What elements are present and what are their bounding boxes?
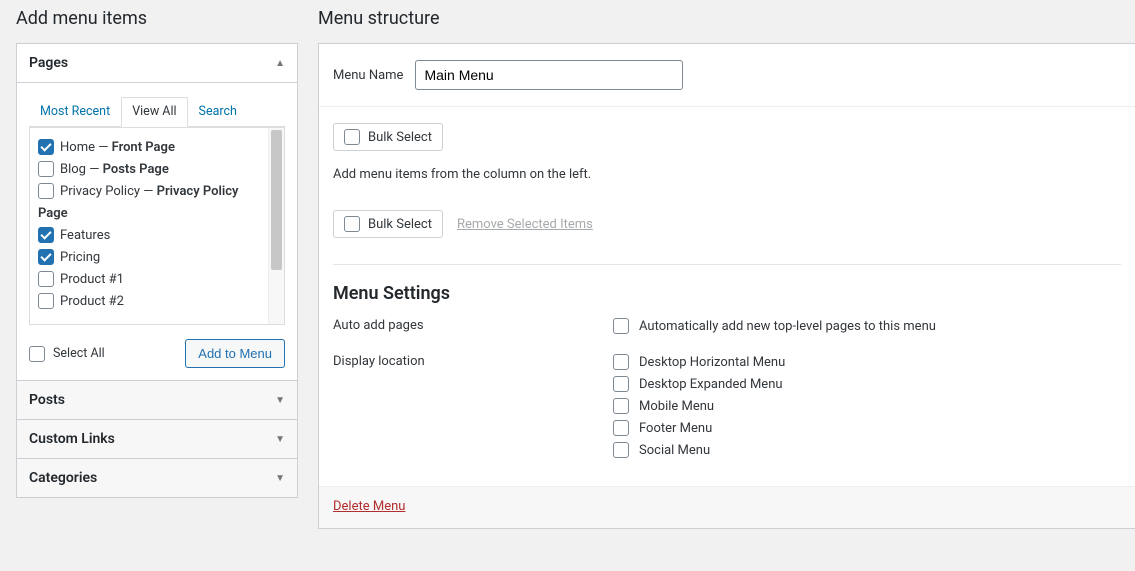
scrollbar-thumb[interactable] [271,130,282,270]
bulk-select-top[interactable]: Bulk Select [333,123,443,151]
accordion-pages-body: Most Recent View All Search Home — Front… [17,82,297,380]
menu-structure-panel: Menu Name Bulk Select Add menu items fro… [318,43,1135,529]
checkbox-home[interactable] [38,139,54,155]
tab-view-all[interactable]: View All [121,97,187,127]
location-desktop-horizontal[interactable]: Desktop Horizontal Menu [613,354,1121,370]
display-location-label: Display location [333,354,613,464]
checkbox-select-all[interactable] [29,346,45,362]
delete-menu-link[interactable]: Delete Menu [333,499,405,514]
bulk-select-label: Bulk Select [368,130,432,145]
bulk-select-label: Bulk Select [368,217,432,232]
accordion-categories-title: Categories [29,470,97,486]
page-item-blog[interactable]: Blog — Posts Page [38,158,260,180]
page-item-privacy[interactable]: Privacy Policy — Privacy Policy [38,180,260,202]
checkbox-features[interactable] [38,227,54,243]
pages-list-wrap: Home — Front Page Blog — Posts Page Priv… [29,127,285,325]
select-all-row[interactable]: Select All [29,346,105,362]
pages-list: Home — Front Page Blog — Posts Page Priv… [30,128,268,324]
page-item-product2[interactable]: Product #2 [38,290,260,312]
checkbox-pricing[interactable] [38,249,54,265]
checkbox-blog[interactable] [38,161,54,177]
select-all-label: Select All [53,346,105,361]
page-item-label: Product #1 [60,272,124,287]
chevron-down-icon: ▼ [275,395,285,406]
checkbox-product2[interactable] [38,293,54,309]
page-item-label: Blog — Posts Page [60,162,169,177]
page-sublabel: Page [38,206,260,221]
accordion-container: Pages ▲ Most Recent View All Search Home… [16,43,298,498]
checkbox-loc-1[interactable] [613,376,629,392]
location-label: Social Menu [639,443,710,458]
accordion-posts-title: Posts [29,392,65,408]
auto-add-label: Auto add pages [333,318,613,340]
page-item-label: Features [60,228,110,243]
location-footer[interactable]: Footer Menu [613,420,1121,436]
auto-add-option[interactable]: Automatically add new top-level pages to… [613,318,1121,334]
menu-settings-grid: Auto add pages Automatically add new top… [333,318,1121,464]
checkbox-loc-2[interactable] [613,398,629,414]
accordion-categories-header[interactable]: Categories ▼ [17,458,297,497]
location-mobile[interactable]: Mobile Menu [613,398,1121,414]
chevron-down-icon: ▼ [275,434,285,445]
page-item-label: Product #2 [60,294,124,309]
page-item-pricing[interactable]: Pricing [38,246,260,268]
accordion-pages-header[interactable]: Pages ▲ [17,44,297,82]
menu-structure-title: Menu structure [318,0,1135,43]
location-label: Mobile Menu [639,399,714,414]
checkbox-auto-add[interactable] [613,318,629,334]
checkbox-bulk-select-bottom[interactable] [344,216,360,232]
delete-menu-row: Delete Menu [319,486,1135,528]
checkbox-loc-3[interactable] [613,420,629,436]
page-item-features[interactable]: Features [38,224,260,246]
page-item-label: Privacy Policy — Privacy Policy [60,184,239,199]
instruction-text: Add menu items from the column on the le… [333,167,1121,182]
tab-search[interactable]: Search [188,97,248,127]
pages-scrollbar[interactable] [268,128,284,324]
location-label: Desktop Horizontal Menu [639,355,785,370]
checkbox-loc-0[interactable] [613,354,629,370]
accordion-posts-header[interactable]: Posts ▼ [17,380,297,419]
menu-settings-title: Menu Settings [333,283,1121,304]
location-label: Footer Menu [639,421,712,436]
bulk-select-bottom[interactable]: Bulk Select [333,210,443,238]
page-item-home[interactable]: Home — Front Page [38,136,260,158]
location-label: Desktop Expanded Menu [639,377,783,392]
display-location-options: Desktop Horizontal Menu Desktop Expanded… [613,354,1121,464]
remove-selected-link: Remove Selected Items [457,217,593,232]
page-item-label: Home — Front Page [60,140,175,155]
location-desktop-expanded[interactable]: Desktop Expanded Menu [613,376,1121,392]
settings-divider [333,264,1121,265]
accordion-custom-links-title: Custom Links [29,431,115,447]
add-to-menu-button[interactable]: Add to Menu [185,339,285,368]
pages-tabs: Most Recent View All Search [29,97,285,127]
checkbox-privacy[interactable] [38,183,54,199]
checkbox-bulk-select-top[interactable] [344,129,360,145]
checkbox-loc-4[interactable] [613,442,629,458]
checkbox-product1[interactable] [38,271,54,287]
bulk-select-bottom-row: Bulk Select Remove Selected Items [333,210,1121,238]
menu-name-input[interactable] [415,60,683,90]
tab-most-recent[interactable]: Most Recent [29,97,121,127]
add-menu-items-title: Add menu items [16,0,298,43]
menu-name-label: Menu Name [333,68,403,83]
accordion-custom-links-header[interactable]: Custom Links ▼ [17,419,297,458]
location-social[interactable]: Social Menu [613,442,1121,458]
accordion-pages-title: Pages [29,55,68,71]
page-item-label: Pricing [60,250,100,265]
menu-name-row: Menu Name [319,44,1135,107]
pages-controls: Select All Add to Menu [29,331,285,368]
auto-add-option-label: Automatically add new top-level pages to… [639,319,936,334]
chevron-up-icon: ▲ [275,58,285,69]
page-item-product1[interactable]: Product #1 [38,268,260,290]
menu-structure-body: Bulk Select Add menu items from the colu… [319,107,1135,464]
chevron-down-icon: ▼ [275,473,285,484]
